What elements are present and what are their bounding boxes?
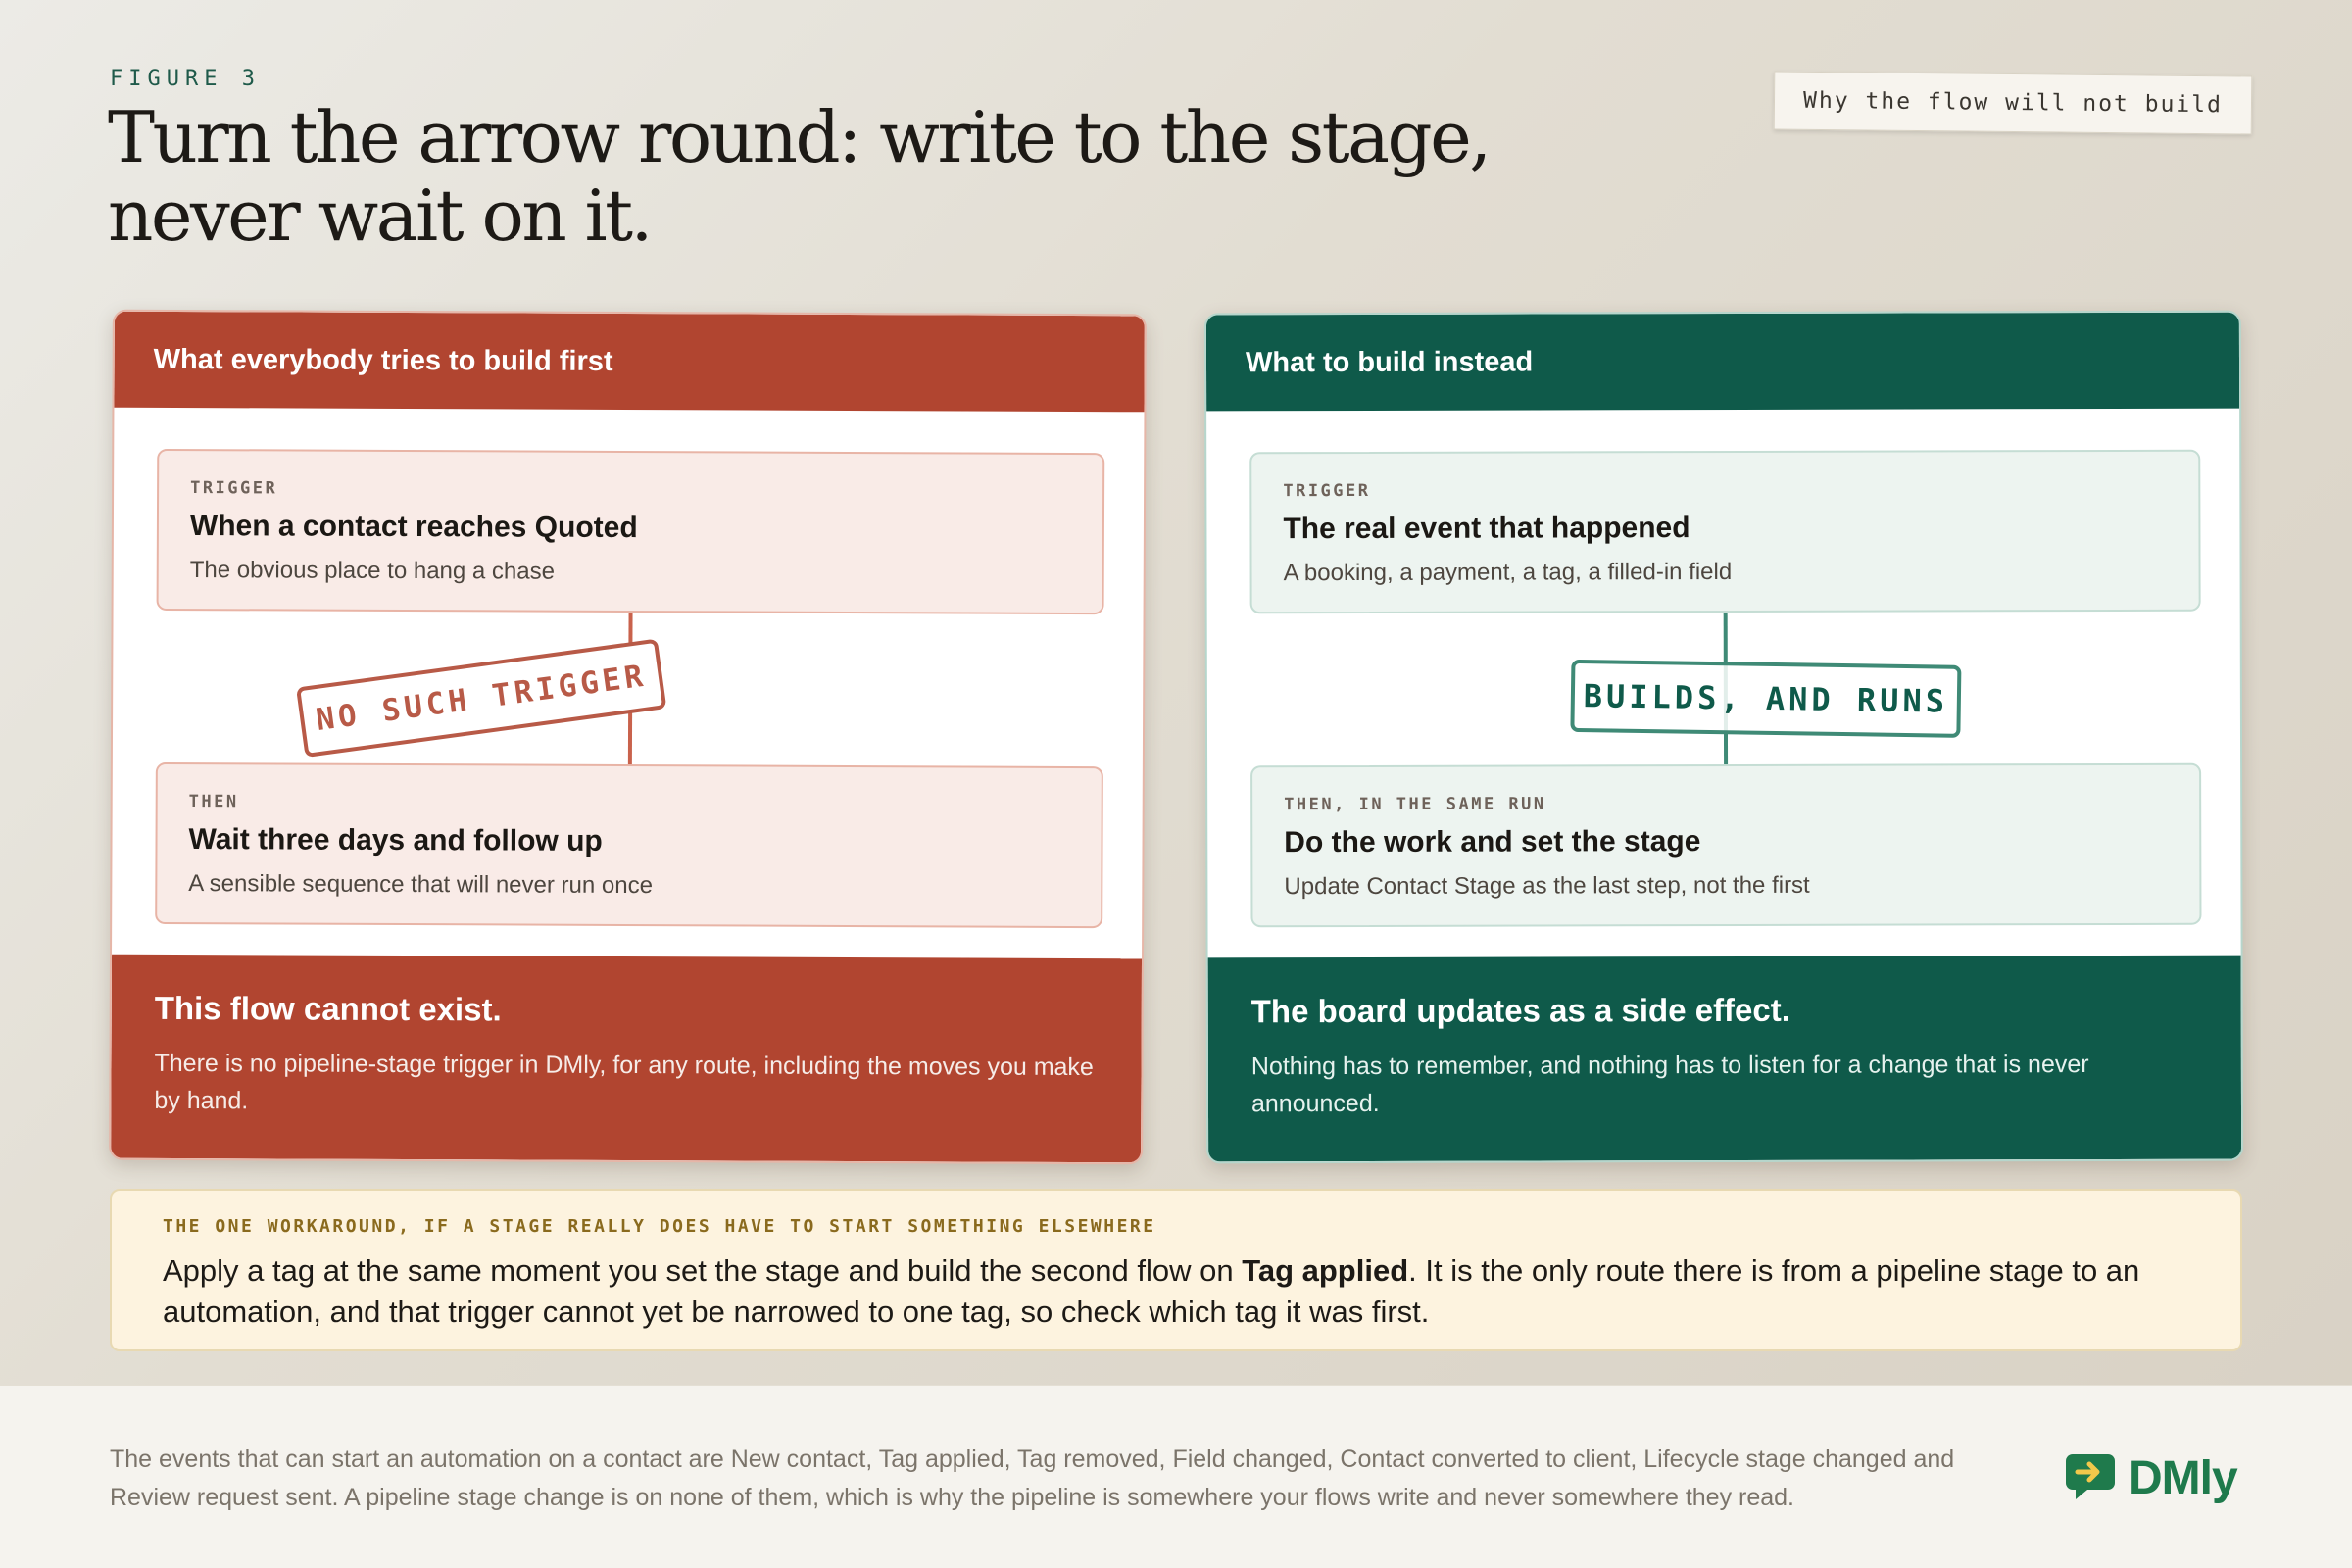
- right-flow-heading: What to build instead: [1205, 312, 2240, 412]
- chat-arrow-icon: [2064, 1450, 2121, 1506]
- page-footer: The events that can start an automation …: [0, 1385, 2352, 1568]
- action-card: THEN, IN THE SAME RUN Do the work and se…: [1250, 762, 2202, 928]
- logo-wordmark: DMly: [2129, 1452, 2238, 1504]
- footer-note: The events that can start an automation …: [110, 1446, 1955, 1511]
- trigger-card: TRIGGER The real event that happened A b…: [1250, 449, 2201, 614]
- card-title: When a contact reaches Quoted: [189, 510, 638, 545]
- no-such-trigger-stamp: NO SUCH TRIGGER: [296, 638, 667, 759]
- card-kicker: THEN: [188, 792, 239, 812]
- card-kicker: TRIGGER: [1283, 480, 1371, 502]
- verdict-title: This flow cannot exist.: [154, 989, 502, 1028]
- card-title: Wait three days and follow up: [188, 823, 603, 858]
- verdict-body: Nothing has to remember, and nothing has…: [1250, 1051, 2089, 1118]
- right-flow-panel: What to build instead TRIGGER The real e…: [1203, 310, 2244, 1164]
- corner-note: Why the flow will not build: [1773, 71, 2253, 135]
- figure-label: FIGURE 3: [110, 67, 261, 91]
- verdict-title: The board updates as a side effect.: [1250, 991, 1790, 1030]
- card-title: The real event that happened: [1283, 512, 1690, 546]
- page-title: Turn the arrow round: write to the stage…: [108, 96, 1492, 257]
- workaround-kicker: THE ONE WORKAROUND, IF A STAGE REALLY DO…: [163, 1216, 1156, 1237]
- trigger-card: TRIGGER When a contact reaches Quoted Th…: [156, 448, 1105, 615]
- wrong-flow-heading: What everybody tries to build first: [114, 311, 1145, 413]
- card-subtitle: A booking, a payment, a tag, a filled-in…: [1283, 558, 1733, 587]
- card-subtitle: A sensible sequence that will never run …: [188, 870, 654, 900]
- card-title: Do the work and set the stage: [1284, 825, 1701, 859]
- card-kicker: TRIGGER: [190, 478, 278, 499]
- workaround-trigger-name: Tag applied: [1242, 1253, 1409, 1288]
- wrong-flow-verdict: This flow cannot exist. There is no pipe…: [111, 954, 1143, 1163]
- card-kicker: THEN, IN THE SAME RUN: [1284, 794, 1546, 815]
- wrong-flow-panel: What everybody tries to build first TRIG…: [109, 309, 1147, 1165]
- card-subtitle: Update Contact Stage as the last step, n…: [1284, 871, 1810, 901]
- dmly-logo: DMly: [2064, 1450, 2238, 1506]
- builds-and-runs-stamp: BUILDS, AND RUNS: [1570, 659, 1962, 738]
- right-flow-verdict: The board updates as a side effect. Noth…: [1207, 955, 2242, 1162]
- verdict-body: There is no pipeline-stage trigger in DM…: [154, 1049, 1094, 1115]
- workaround-note: THE ONE WORKAROUND, IF A STAGE REALLY DO…: [110, 1189, 2242, 1351]
- card-subtitle: The obvious place to hang a chase: [189, 557, 556, 585]
- action-card: THEN Wait three days and follow up A sen…: [155, 761, 1103, 929]
- workaround-body: Apply a tag at the same moment you set t…: [163, 1250, 2189, 1333]
- workaround-text-start: Apply a tag at the same moment you set t…: [163, 1253, 1243, 1288]
